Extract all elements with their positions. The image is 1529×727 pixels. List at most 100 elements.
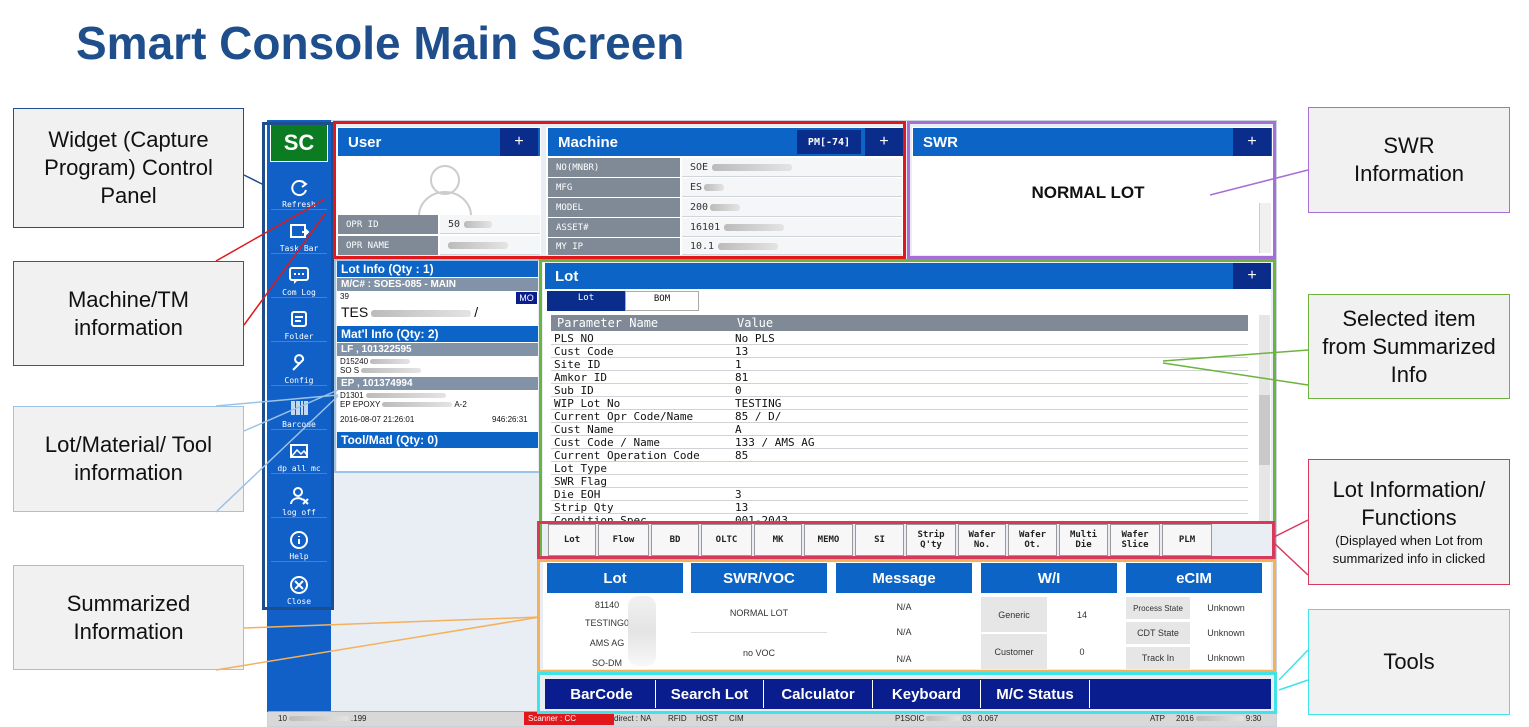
summary-wi-generic-value: 14 (1076, 609, 1087, 620)
user-add-button[interactable]: + (500, 128, 538, 156)
table-row[interactable]: Cust Code 13 (551, 345, 1248, 358)
table-header: Parameter Name Value (551, 315, 1248, 331)
status-atp: ATP (1150, 714, 1165, 723)
matl-ep-line2-suffix: A-2 (454, 400, 467, 409)
tab-lot[interactable]: Lot (547, 291, 625, 311)
lot-function-plm-button[interactable]: PLM (1162, 524, 1212, 556)
sidebar-item-taskbar[interactable]: Task Bar (271, 214, 327, 254)
machine-label-asset: ASSET# (548, 218, 680, 237)
status-cim: CIM (729, 714, 744, 723)
table-row[interactable]: SWR Flag (551, 475, 1248, 488)
lot-function-wafer-slice-button[interactable]: Wafer Slice (1110, 524, 1160, 556)
sidebar-label: Close (286, 597, 312, 606)
lot-table-scroll-thumb[interactable] (1259, 395, 1270, 465)
lot-function-strip-qty-button[interactable]: Strip Q'ty (906, 524, 956, 556)
table-row[interactable]: Sub ID 0 (551, 384, 1248, 397)
summary-message-line: N/A (896, 654, 912, 664)
opr-name-value (440, 236, 540, 255)
info-icon (290, 531, 308, 549)
lot-function-multi-die-button[interactable]: Multi Die (1059, 524, 1108, 556)
matl-info-header[interactable]: Mat'l Info (Qty: 2) (337, 326, 538, 342)
lot-function-wafer-ot-button[interactable]: Wafer Ot. (1008, 524, 1057, 556)
table-row[interactable]: Current Opr Code/Name 85 / D/ (551, 410, 1248, 423)
table-row[interactable]: Condition Spec 001-2043 (551, 514, 1248, 522)
matl-ep-line2-text: EP EPOXY (340, 400, 381, 409)
tool-barcode-button[interactable]: BarCode (548, 680, 656, 708)
summary-message-title[interactable]: Message (836, 563, 972, 593)
swr-add-button[interactable]: + (1233, 128, 1271, 156)
summary-swr-voc-title[interactable]: SWR/VOC (691, 563, 827, 593)
table-row[interactable]: Lot Type (551, 462, 1248, 475)
sc-logo[interactable]: SC (270, 124, 328, 162)
lot-info-lot-prefix: TES (341, 304, 369, 320)
sidebar-item-close[interactable]: Close (271, 566, 327, 606)
status-machine: P1SOIC 03 (895, 712, 971, 725)
sidebar-item-refresh[interactable]: Refresh (271, 170, 327, 210)
sidebar-item-help[interactable]: Help (271, 522, 327, 562)
tool-keyboard-button[interactable]: Keyboard (873, 680, 981, 708)
pm-badge[interactable]: PM[-74] (797, 130, 861, 154)
machine-value-no-text: SOE (690, 161, 709, 173)
sidebar-item-config[interactable]: Config (271, 346, 327, 386)
summary-wi-customer-label: Customer (981, 634, 1047, 669)
callout-summarized: Summarized Information (13, 565, 244, 670)
table-row[interactable]: Cust Code / Name 133 / AMS AG (551, 436, 1248, 449)
lot-function-si-button[interactable]: SI (855, 524, 904, 556)
tool-search-lot-button[interactable]: Search Lot (656, 680, 764, 708)
tool-mc-status-button[interactable]: M/C Status (981, 680, 1090, 708)
lot-function-bd-button[interactable]: BD (651, 524, 699, 556)
summary-wi-title[interactable]: W/I (981, 563, 1117, 593)
tool-calculator-button[interactable]: Calculator (764, 680, 873, 708)
sidebar-label: Barcode (282, 420, 316, 429)
lot-function-oltc-button[interactable]: OLTC (701, 524, 752, 556)
machine-value-asset-text: 16101 (690, 221, 721, 233)
lot-info-lot-text[interactable]: TES / (341, 304, 478, 320)
table-row[interactable]: Cust Name A (551, 423, 1248, 436)
sidebar-item-barcode[interactable]: Barcode (271, 390, 327, 430)
callout-machine-tm-text: Machine/TM information (67, 286, 190, 340)
row-param: Lot Type (554, 462, 607, 475)
lot-info-header[interactable]: Lot Info (Qty : 1) (337, 261, 538, 277)
machine-value-ip-text: 10.1 (690, 240, 715, 252)
lot-function-lot-button[interactable]: Lot (548, 524, 596, 556)
sidebar-item-folder[interactable]: Folder (271, 302, 327, 342)
callout-lot-functions: Lot Information/ Functions (Displayed wh… (1308, 459, 1510, 585)
callout-lot-functions-text: Lot Information/ Functions (1332, 477, 1486, 530)
lot-panel-title: Lot (545, 263, 1270, 289)
lot-function-wafer-no-button[interactable]: Wafer No. (958, 524, 1006, 556)
summary-ecim-title[interactable]: eCIM (1126, 563, 1262, 593)
sidebar-item-log-off[interactable]: log off (271, 478, 327, 518)
callout-summarized-text: Summarized Information (66, 590, 191, 644)
table-row[interactable]: Current Operation Code 85 (551, 449, 1248, 462)
status-machine-text: P1SOIC (895, 714, 925, 723)
tab-bom[interactable]: BOM (625, 291, 699, 311)
sidebar-item-comlog[interactable]: Com Log (271, 258, 327, 298)
lot-function-memo-button[interactable]: MEMO (804, 524, 853, 556)
table-row[interactable]: Amkor ID 81 (551, 371, 1248, 384)
callout-selected-item: Selected item from Summarized Info (1308, 294, 1510, 399)
table-row[interactable]: PLS NO No PLS (551, 332, 1248, 345)
lot-add-button[interactable]: + (1233, 263, 1271, 289)
summary-lot-title[interactable]: Lot (547, 563, 683, 593)
summary-wi-generic-label: Generic (981, 597, 1047, 632)
table-row[interactable]: Site ID 1 (551, 358, 1248, 371)
tool-matl-header[interactable]: Tool/Matl (Qty: 0) (337, 432, 538, 448)
table-row[interactable]: Strip Qty 13 (551, 501, 1248, 514)
sidebar-label: Folder (284, 332, 314, 341)
status-scanner: Scanner : CC (524, 712, 614, 725)
callout-selected-item-text: Selected item from Summarized Info (1322, 305, 1496, 387)
folder-icon (291, 311, 307, 327)
sidebar-item-dp-all-mc[interactable]: dp all mc (271, 434, 327, 474)
table-row[interactable]: WIP Lot No TESTING (551, 397, 1248, 410)
user-avatar-icon (418, 165, 472, 216)
lot-function-flow-button[interactable]: Flow (598, 524, 649, 556)
table-row[interactable]: Die EOH 3 (551, 488, 1248, 501)
machine-value-mfg-text: ES (690, 181, 703, 193)
row-param: Cust Code / Name (554, 436, 660, 449)
col-param-name: Parameter Name (557, 316, 659, 330)
lot-function-mk-button[interactable]: MK (754, 524, 802, 556)
wrench-icon (292, 354, 305, 371)
machine-add-button[interactable]: + (865, 128, 903, 156)
row-value: No PLS (735, 332, 775, 345)
swr-scrollbar[interactable] (1259, 203, 1271, 253)
